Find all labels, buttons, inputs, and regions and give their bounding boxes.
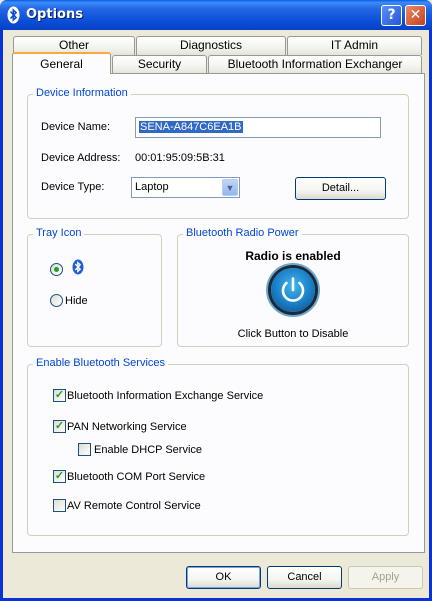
tray-hide-radio[interactable]: [50, 294, 63, 307]
service-checkbox[interactable]: [78, 443, 91, 456]
bluetooth-icon: [7, 6, 20, 24]
ok-button[interactable]: OK: [186, 566, 261, 589]
radio-power-group: Bluetooth Radio Power Radio is enabled C…: [177, 227, 409, 347]
options-dialog: Options ? ✕ Other Diagnostics IT Admin G…: [0, 0, 432, 601]
radio-status: Radio is enabled: [245, 249, 341, 263]
radio-power-legend: Bluetooth Radio Power: [183, 227, 302, 239]
device-name-value: SENA-A847C6EA1B: [139, 121, 243, 133]
device-address-value: 00:01:95:09:5B:31: [135, 152, 225, 164]
service-label[interactable]: Enable DHCP Service: [94, 444, 202, 456]
window-title: Options: [26, 7, 83, 22]
cancel-button[interactable]: Cancel: [267, 566, 342, 589]
service-checkbox[interactable]: [53, 499, 66, 512]
tab-it-admin[interactable]: IT Admin: [287, 36, 422, 55]
tray-icon-legend: Tray Icon: [33, 227, 85, 239]
device-name-field[interactable]: SENA-A847C6EA1B: [135, 117, 381, 138]
chevron-down-icon[interactable]: ▼: [222, 179, 238, 196]
bluetooth-icon: [72, 259, 84, 275]
bluetooth-services-legend: Enable Bluetooth Services: [33, 357, 169, 369]
service-checkbox[interactable]: ✓: [53, 420, 66, 433]
service-label[interactable]: Bluetooth COM Port Service: [67, 471, 205, 483]
device-information-group: Device Information Device Name: SENA-A84…: [27, 87, 409, 219]
apply-button[interactable]: Apply: [348, 566, 423, 589]
service-label[interactable]: Bluetooth Information Exchange Service: [67, 390, 263, 402]
general-tab-panel: Device Information Device Name: SENA-A84…: [12, 73, 425, 553]
tray-show-radio[interactable]: [50, 263, 63, 276]
device-information-legend: Device Information: [33, 87, 131, 99]
title-bar[interactable]: Options ? ✕: [0, 0, 432, 30]
service-checkbox[interactable]: ✓: [53, 470, 66, 483]
device-name-label: Device Name:: [41, 121, 111, 133]
device-address-label: Device Address:: [41, 152, 121, 164]
power-button[interactable]: [271, 268, 315, 312]
tab-general[interactable]: General: [12, 52, 111, 74]
device-type-label: Device Type:: [41, 181, 105, 193]
service-label[interactable]: PAN Networking Service: [67, 421, 187, 433]
radio-hint: Click Button to Disable: [237, 328, 349, 340]
tray-icon-group: Tray Icon Hide: [27, 227, 162, 347]
service-label[interactable]: AV Remote Control Service: [67, 500, 201, 512]
bluetooth-services-group: Enable Bluetooth Services ✓ Bluetooth In…: [27, 357, 409, 536]
device-type-select[interactable]: Laptop ▼: [131, 177, 240, 198]
tab-bluetooth-information-exchanger[interactable]: Bluetooth Information Exchanger: [208, 55, 422, 74]
tab-diagnostics[interactable]: Diagnostics: [136, 36, 286, 55]
device-type-value: Laptop: [135, 181, 169, 193]
close-button[interactable]: ✕: [405, 5, 426, 26]
detail-button[interactable]: Detail...: [295, 177, 386, 200]
power-icon: [281, 277, 305, 302]
tray-hide-label[interactable]: Hide: [65, 295, 88, 307]
service-checkbox[interactable]: ✓: [53, 389, 66, 402]
help-button[interactable]: ?: [381, 5, 402, 26]
tab-security[interactable]: Security: [112, 55, 207, 74]
